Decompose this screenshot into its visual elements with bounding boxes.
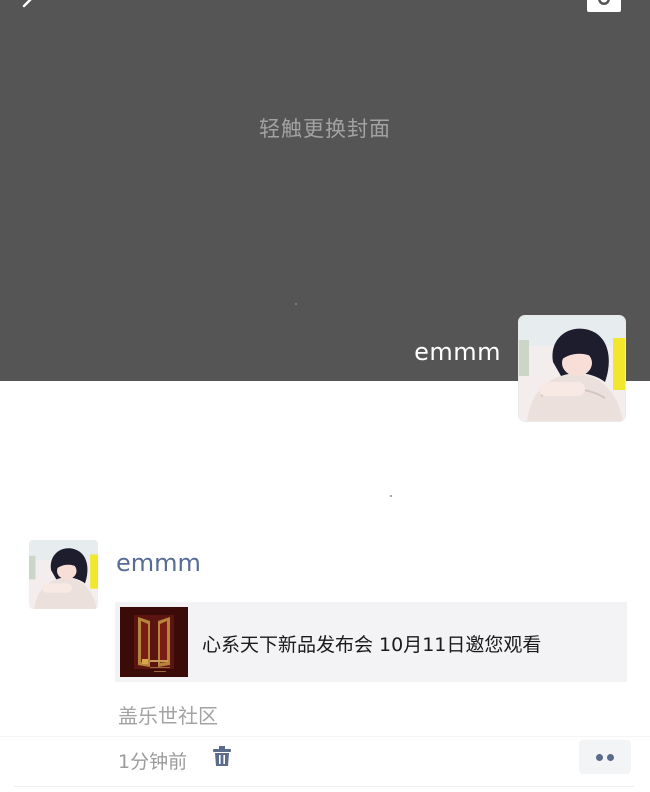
avatar-photo [519,316,625,421]
more-actions-button[interactable] [579,740,631,774]
moments-page: 轻触更换封面 emmm emmm 心系天下新品发布会 10月11日邀您观看 盖乐… [0,0,650,792]
cover-dot [295,303,297,305]
chevron-left-icon [22,0,32,8]
feed-dot [390,495,392,497]
delete-post-button[interactable] [212,744,232,768]
profile-name: emmm [414,338,501,366]
shared-link-title: 心系天下新品发布会 10月11日邀您观看 [202,634,542,656]
more-dots-icon [607,754,614,761]
camera-button[interactable] [586,0,622,14]
trash-icon [213,746,231,766]
post-source[interactable]: 盖乐世社区 [118,700,218,729]
profile-avatar[interactable] [519,316,625,421]
post-time: 1分钟前 [118,751,188,773]
divider [0,736,650,737]
avatar-photo [29,540,98,609]
camera-icon [587,0,621,12]
post-avatar[interactable] [29,540,98,609]
more-dots-icon [596,754,603,761]
shared-link-thumbnail [120,607,188,677]
post-author-name[interactable]: emmm [116,549,201,577]
divider [14,786,634,787]
back-button[interactable] [14,0,48,20]
shared-link-card[interactable]: 心系天下新品发布会 10月11日邀您观看 [115,602,627,682]
change-cover-hint[interactable]: 轻触更换封面 [0,113,650,143]
